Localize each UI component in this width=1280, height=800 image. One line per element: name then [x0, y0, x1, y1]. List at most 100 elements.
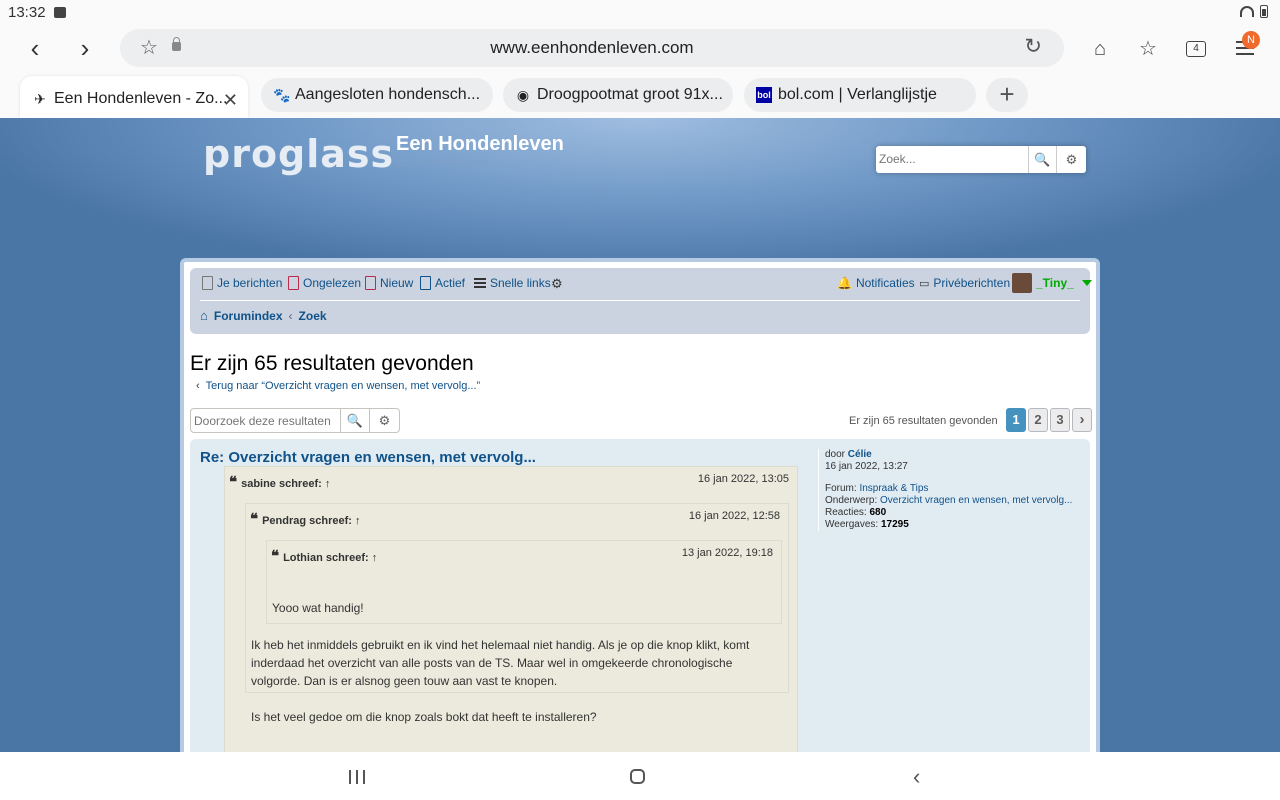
home-icon: ⌂	[200, 308, 208, 323]
tab-hondenscholen[interactable]: 🐾 Aangesloten hondensch...	[261, 78, 493, 112]
results-search: 🔍 ⚙	[190, 408, 400, 433]
address-bar[interactable]: ☆ www.eenhondenleven.com ↻	[120, 29, 1064, 67]
topic-label: Onderwerp:	[825, 495, 878, 506]
page-title: Er zijn 65 resultaten gevonden	[190, 352, 474, 375]
breadcrumb: ⌂ Forumindex ‹ Zoek	[200, 308, 327, 323]
recents-icon[interactable]	[349, 770, 365, 784]
android-back-icon[interactable]: ‹	[913, 764, 920, 790]
quote-icon: ❝	[271, 547, 280, 565]
user-menu[interactable]: _Tiny_	[1012, 273, 1092, 293]
nav-actief[interactable]: Actief	[420, 276, 465, 290]
hondenleven-favicon-icon: ✈	[34, 91, 46, 107]
username: _Tiny_	[1036, 276, 1074, 290]
replies-label: Reacties:	[825, 507, 867, 518]
android-nav-bar: ‹	[0, 752, 1280, 800]
close-tab-icon[interactable]: ✕	[223, 90, 238, 111]
document-red-icon	[288, 276, 299, 290]
nav-je-berichten[interactable]: Je berichten	[202, 276, 282, 290]
post-title[interactable]: Re: Overzicht vragen en wensen, met verv…	[200, 449, 536, 466]
nav-nieuw[interactable]: Nieuw	[365, 276, 413, 290]
url-text[interactable]: www.eenhondenleven.com	[120, 38, 1064, 58]
post-author[interactable]: Célie	[848, 449, 872, 460]
tab-droogpootmat[interactable]: ◉ Droogpootmat groot 91x...	[503, 78, 733, 112]
quote-date: 16 jan 2022, 13:05	[697, 473, 789, 485]
back-arrow-icon[interactable]: ‹	[20, 34, 50, 64]
battery-icon	[1260, 5, 1268, 18]
wifi-icon	[1240, 6, 1254, 17]
arrow-up-icon[interactable]: ↑	[325, 478, 331, 490]
nav-label: Actief	[435, 276, 466, 290]
browser-toolbar: ‹ › ☆ www.eenhondenleven.com ↻ ⌂ ☆	[0, 26, 1280, 72]
page-2-button[interactable]: 2	[1028, 408, 1048, 432]
search-icon[interactable]: 🔍	[340, 409, 369, 432]
gear-icon[interactable]: ⚙	[1056, 146, 1086, 173]
site-search-input[interactable]	[879, 149, 1027, 169]
tab-label: Aangesloten hondensch...	[295, 86, 481, 103]
nav-label: Privéberichten	[933, 276, 1011, 290]
document-icon	[202, 276, 213, 290]
quote-icon: ❝	[250, 510, 259, 528]
product-favicon-icon: ◉	[516, 87, 530, 103]
navbar-divider	[200, 300, 1080, 301]
tab-count-icon[interactable]: 4	[1186, 41, 1206, 57]
quote-icon: ❝	[229, 473, 238, 491]
page-1-button[interactable]: 1	[1006, 408, 1026, 432]
tab-label: Droogpootmat groot 91x...	[537, 86, 723, 103]
quote-date: 13 jan 2022, 19:18	[681, 547, 773, 559]
cogs-icon[interactable]: ⚙	[551, 276, 563, 292]
quote-author[interactable]: Pendrag schreef:	[262, 515, 352, 527]
status-bar: 13:32	[0, 0, 1280, 26]
quote-author[interactable]: Lothian schreef:	[283, 552, 369, 564]
post-forum-link[interactable]: Inspraak & Tips	[859, 483, 928, 494]
post-date: 16 jan 2022, 13:27	[825, 461, 908, 472]
site-logo[interactable]: proglass	[203, 132, 394, 176]
breadcrumb-forumindex[interactable]: Forumindex	[214, 309, 283, 323]
search-icon[interactable]: 🔍	[1028, 146, 1056, 173]
breadcrumb-separator: ‹	[288, 308, 293, 323]
new-tab-button[interactable]: +	[986, 78, 1028, 112]
results-search-input[interactable]	[194, 412, 339, 430]
quote-author[interactable]: sabine schreef:	[241, 478, 322, 490]
quote-header: ❝ sabine schreef: ↑ 16 jan 2022, 13:05	[229, 473, 789, 491]
replies-count: 680	[869, 507, 887, 518]
views-count: 17295	[880, 519, 909, 530]
page-3-button[interactable]: 3	[1050, 408, 1070, 432]
quote-text: Is het veel gedoe om die knop zoals bokt…	[251, 710, 597, 724]
inbox-icon: ▭	[919, 277, 930, 290]
nav-snelle-links[interactable]: Snelle links	[474, 276, 551, 290]
forum-navbar: Je berichten Ongelezen Nieuw Actief Snel…	[190, 268, 1092, 334]
nav-priveberichten[interactable]: ▭ Privéberichten	[919, 276, 1010, 290]
android-home-icon[interactable]	[630, 769, 645, 784]
forward-arrow-icon[interactable]: ›	[70, 34, 100, 64]
quote-sabine: ❝ sabine schreef: ↑ 16 jan 2022, 13:05 ❝ P…	[224, 466, 798, 752]
gear-icon[interactable]: ⚙	[369, 409, 399, 432]
nav-label: Notificaties	[855, 276, 915, 290]
home-icon[interactable]: ⌂	[1085, 34, 1115, 64]
quote-header: ❝ Pendrag schreef: ↑ 16 jan 2022, 12:58	[250, 510, 780, 528]
web-page: proglass Een Hondenleven forum over hond…	[0, 118, 1280, 752]
chevron-left-icon: ‹	[196, 380, 200, 392]
reload-icon[interactable]: ↻	[1024, 34, 1042, 59]
bookmarks-icon[interactable]: ☆	[1133, 34, 1163, 64]
site-title[interactable]: Een Hondenleven	[396, 133, 564, 156]
next-page-icon[interactable]: ›	[1072, 408, 1092, 432]
search-result-post: Re: Overzicht vragen en wensen, met verv…	[190, 439, 1090, 752]
arrow-up-icon[interactable]: ↑	[372, 552, 378, 564]
by-label: door	[825, 449, 846, 460]
pagination-count: Er zijn 65 resultaten gevonden	[849, 415, 998, 427]
back-link[interactable]: ‹ Terug naar “Overzicht vragen en wensen,…	[196, 380, 480, 392]
arrow-up-icon[interactable]: ↑	[355, 515, 361, 527]
paw-icon: 🐾	[273, 87, 291, 103]
tab-hondenleven[interactable]: ✈ Een Hondenleven - Zo... ✕	[20, 76, 248, 118]
views-label: Weergaves:	[825, 519, 879, 530]
bell-icon: 🔔	[837, 276, 852, 290]
post-topic-link[interactable]: Overzicht vragen en wensen, met vervolg.…	[880, 495, 1072, 506]
nav-label: Snelle links	[490, 276, 551, 290]
breadcrumb-zoek[interactable]: Zoek	[299, 309, 327, 323]
nav-ongelezen[interactable]: Ongelezen	[288, 276, 361, 290]
quote-lothian: ❝ Lothian schreef: ↑ 13 jan 2022, 19:18 Y…	[266, 540, 782, 624]
tab-bol[interactable]: bol bol.com | Verlanglijstje	[744, 78, 976, 112]
quote-date: 16 jan 2022, 12:58	[688, 510, 780, 522]
nav-label: Nieuw	[380, 276, 414, 290]
nav-notificaties[interactable]: 🔔 Notificaties	[837, 276, 915, 290]
